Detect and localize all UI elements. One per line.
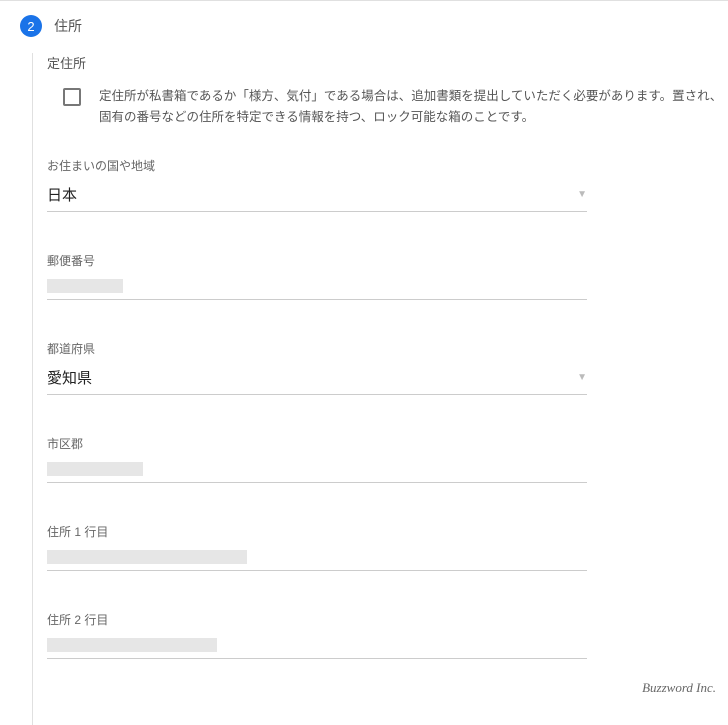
- step-badge: 2: [20, 15, 42, 37]
- field-postal: 郵便番号: [47, 248, 728, 336]
- section-body: 定住所 定住所が私書箱であるか「様方、気付」である場合は、追加書類を提出していた…: [32, 53, 728, 725]
- postal-value-redacted: [47, 279, 123, 293]
- po-box-checkbox[interactable]: [63, 88, 81, 106]
- section-title: 住所: [54, 16, 82, 36]
- line1-label: 住所 1 行目: [47, 523, 728, 540]
- field-city: 市区郡: [47, 431, 728, 519]
- postal-input[interactable]: [47, 275, 587, 300]
- line1-input[interactable]: [47, 546, 587, 571]
- country-label: お住まいの国や地域: [47, 157, 728, 174]
- prefecture-select[interactable]: 愛知県 ▼: [47, 363, 587, 395]
- line1-value-redacted: [47, 550, 247, 564]
- field-prefecture: 都道府県 愛知県 ▼: [47, 336, 728, 431]
- field-line2: 住所 2 行目: [47, 607, 728, 695]
- po-box-checkbox-row: 定住所が私書箱であるか「様方、気付」である場合は、追加書類を提出していただく必要…: [47, 86, 728, 153]
- country-value: 日本: [47, 184, 77, 205]
- chevron-down-icon: ▼: [577, 189, 587, 200]
- prefecture-label: 都道府県: [47, 340, 728, 357]
- watermark: Buzzword Inc.: [642, 680, 716, 696]
- line2-value-redacted: [47, 638, 217, 652]
- line2-label: 住所 2 行目: [47, 611, 728, 628]
- city-input[interactable]: [47, 458, 587, 483]
- permanent-address-label: 定住所: [47, 53, 728, 72]
- chevron-down-icon: ▼: [577, 372, 587, 383]
- city-value-redacted: [47, 462, 143, 476]
- field-country: お住まいの国や地域 日本 ▼: [47, 153, 728, 248]
- field-line1: 住所 1 行目: [47, 519, 728, 607]
- country-select[interactable]: 日本 ▼: [47, 180, 587, 212]
- section-header: 2 住所: [0, 1, 728, 47]
- po-box-checkbox-text: 定住所が私書箱であるか「様方、気付」である場合は、追加書類を提出していただく必要…: [99, 86, 728, 129]
- line2-input[interactable]: [47, 634, 587, 659]
- postal-label: 郵便番号: [47, 252, 728, 269]
- city-label: 市区郡: [47, 435, 728, 452]
- prefecture-value: 愛知県: [47, 367, 92, 388]
